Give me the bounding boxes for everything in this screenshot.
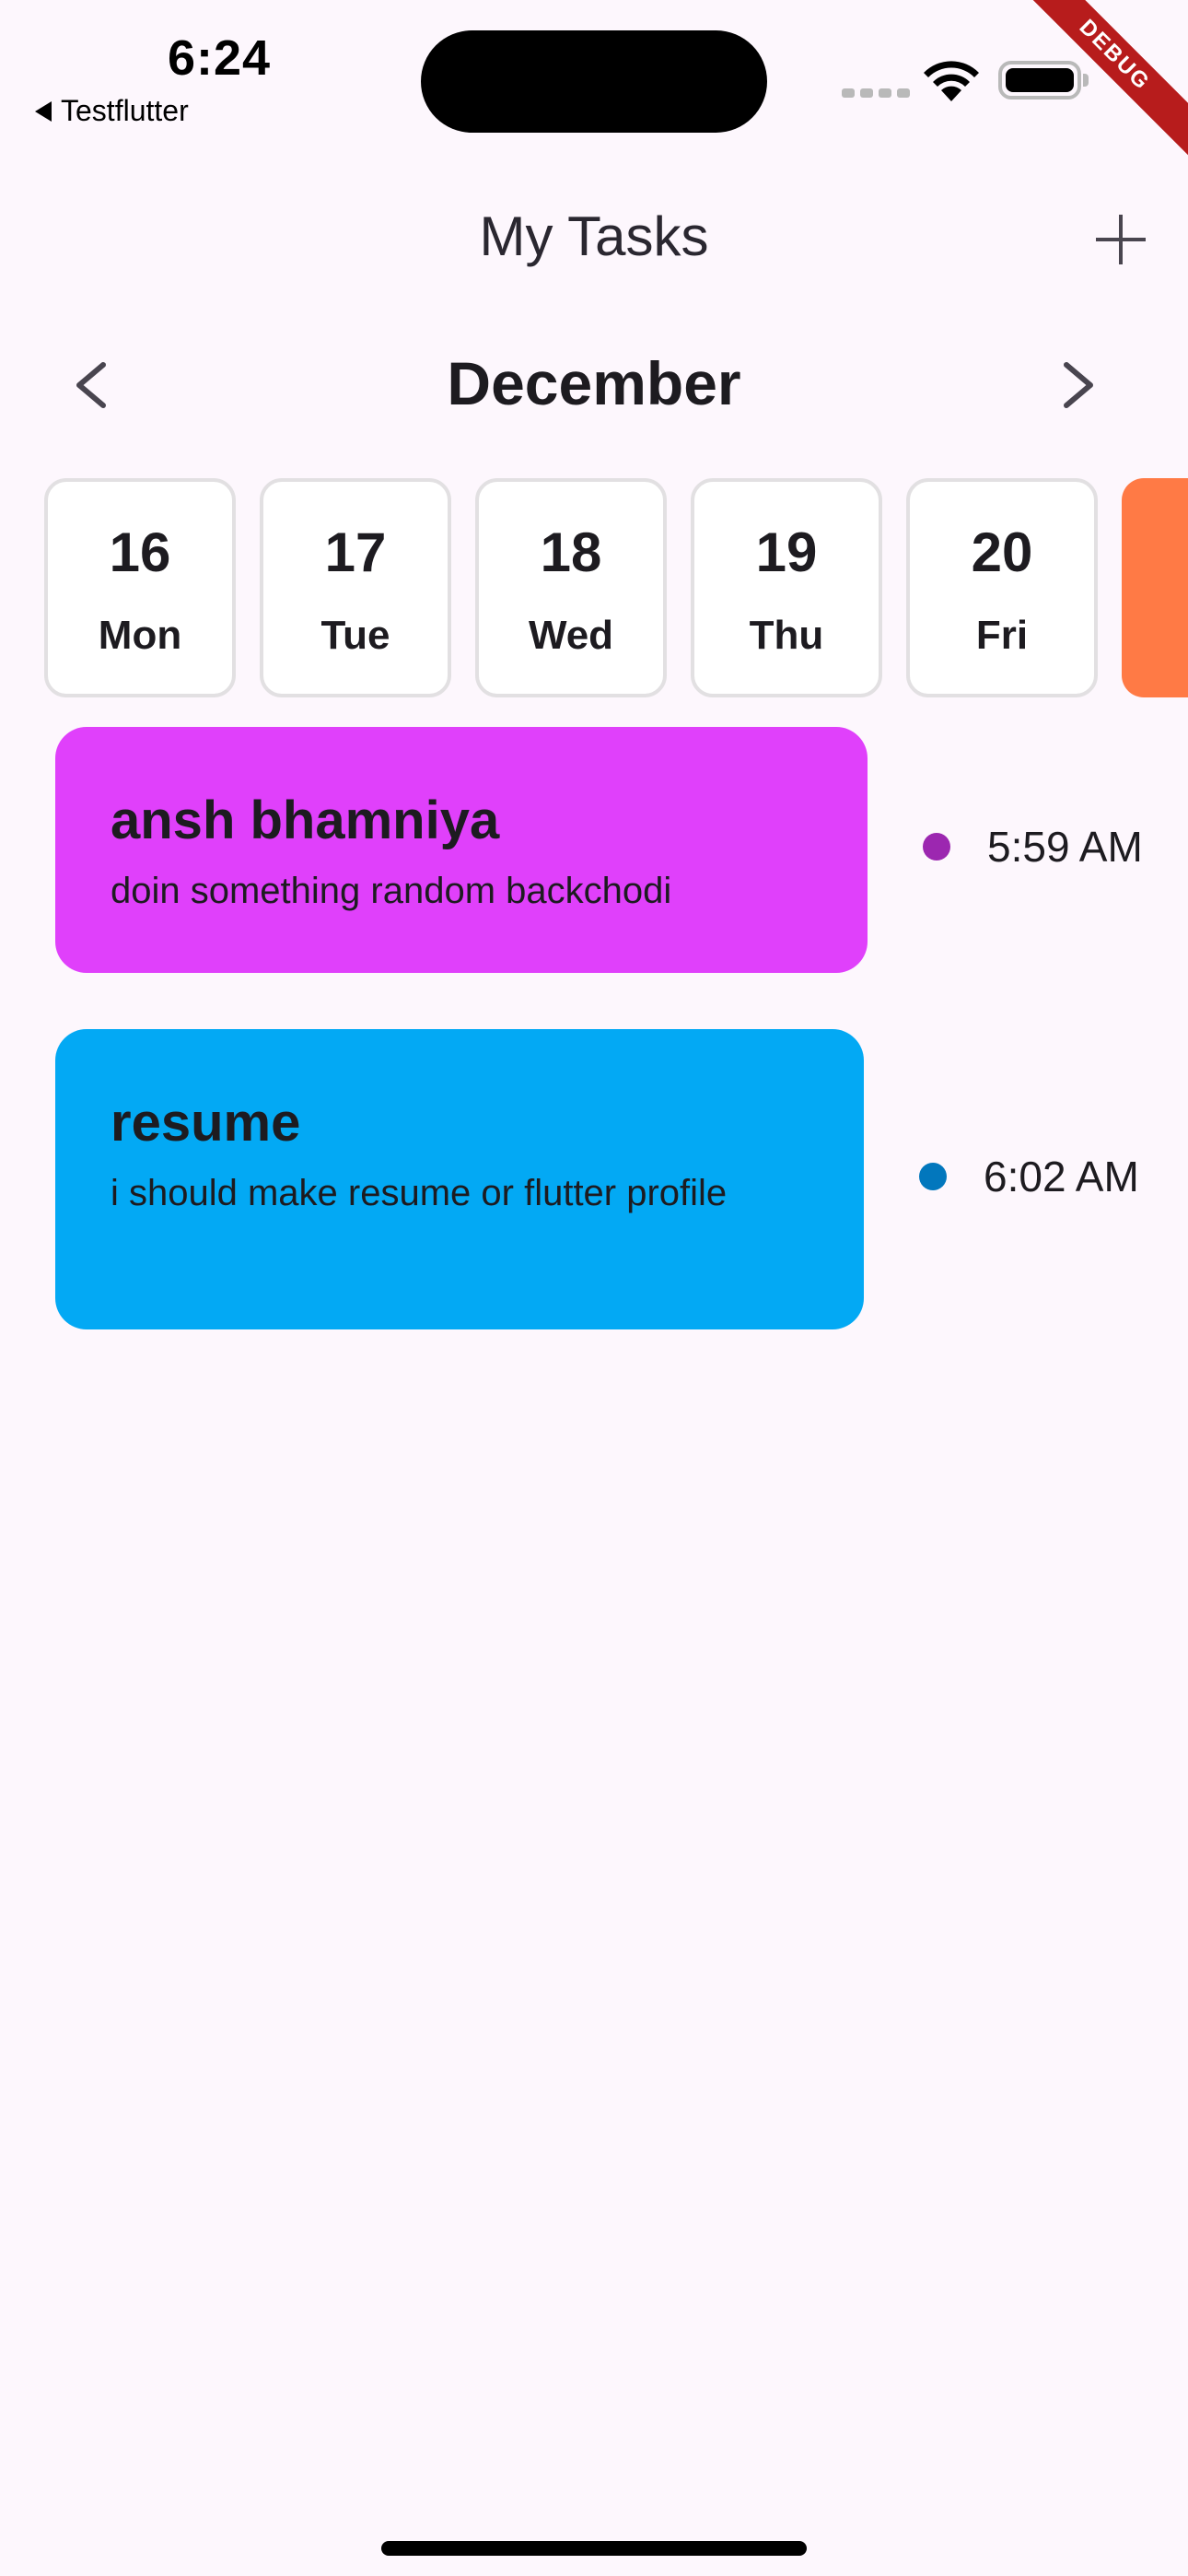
task-card[interactable]: ansh bhamniya doin something random back…: [55, 727, 868, 973]
chevron-right-icon: [1064, 362, 1093, 408]
task-time-row: 6:02 AM: [919, 1152, 1139, 1201]
status-time: 6:24: [168, 30, 272, 86]
add-task-button[interactable]: [1096, 215, 1146, 264]
back-to-app-button[interactable]: Testflutter: [35, 94, 189, 128]
home-indicator[interactable]: [381, 2541, 807, 2556]
task-time: 6:02 AM: [984, 1153, 1139, 1200]
day-number: 17: [324, 521, 387, 583]
task-title: ansh bhamniya: [111, 790, 500, 850]
day-weekday: Mon: [98, 613, 182, 658]
day-card-19[interactable]: 19 Thu: [691, 478, 882, 697]
day-number: 20: [971, 521, 1033, 583]
task-time: 5:59 AM: [987, 823, 1143, 871]
day-weekday: Thu: [749, 613, 824, 658]
day-card-16[interactable]: 16 Mon: [44, 478, 236, 697]
day-card-20[interactable]: 20 Fri: [906, 478, 1098, 697]
back-triangle-icon: [35, 100, 52, 122]
day-card-17[interactable]: 17 Tue: [260, 478, 451, 697]
screen: 6:24 Testflutter DEBUG My Tasks December…: [0, 0, 1188, 2576]
battery-icon: [998, 61, 1089, 100]
day-selector[interactable]: 16 Mon 17 Tue 18 Wed 19 Thu 20 Fri: [44, 478, 1188, 699]
day-number: 19: [755, 521, 818, 583]
task-description: doin something random backchodi: [111, 870, 672, 911]
task-title: resume: [111, 1093, 301, 1153]
task-card[interactable]: resume i should make resume or flutter p…: [55, 1029, 864, 1329]
day-number: 18: [540, 521, 602, 583]
task-time-row: 5:59 AM: [923, 822, 1143, 872]
cellular-signal-icon: [842, 88, 910, 98]
day-weekday: Wed: [528, 613, 614, 658]
wifi-icon: [924, 61, 979, 101]
next-month-button[interactable]: [1057, 361, 1098, 409]
day-number: 16: [109, 521, 171, 583]
day-card-selected[interactable]: [1122, 478, 1188, 697]
day-weekday: Fri: [975, 613, 1029, 658]
task-description: i should make resume or flutter profile: [111, 1172, 728, 1213]
task-dot-icon: [923, 833, 950, 861]
task-dot-icon: [919, 1163, 947, 1190]
day-weekday: Tue: [320, 613, 390, 658]
dynamic-island: [421, 30, 767, 133]
back-app-label: Testflutter: [61, 94, 189, 127]
day-card-18[interactable]: 18 Wed: [475, 478, 667, 697]
page-title: My Tasks: [479, 205, 709, 267]
month-label: December: [447, 349, 741, 417]
